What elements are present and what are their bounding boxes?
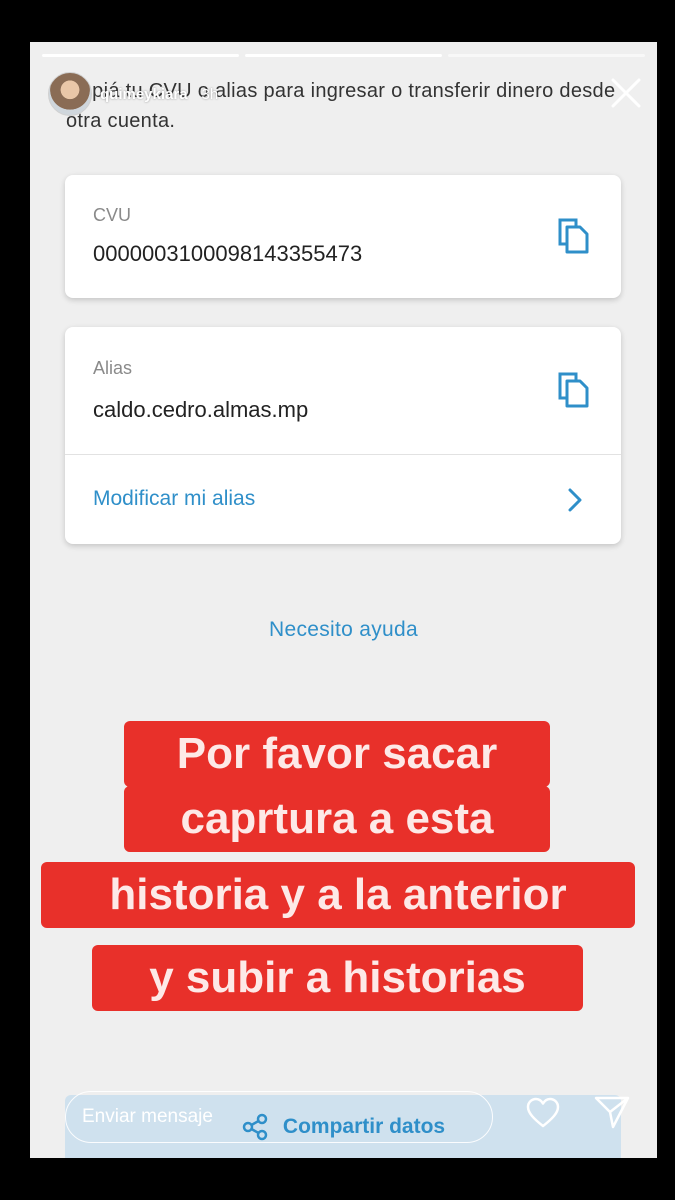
story-frame: Copiá tu CVU o alias para ingresar o tra… xyxy=(30,42,657,1158)
help-link[interactable]: Necesito ayuda xyxy=(30,618,657,642)
cvu-label: CVU xyxy=(93,205,132,225)
cvu-card: CVU 0000003100098143355473 xyxy=(65,175,621,298)
chevron-right-icon[interactable] xyxy=(567,487,583,513)
alias-value: caldo.cedro.almas.mp xyxy=(93,397,309,422)
modify-alias-link[interactable]: Modificar mi alias xyxy=(93,487,255,511)
reply-message-input[interactable]: Enviar mensaje xyxy=(65,1091,493,1143)
story-header: quimeykiara 3h xyxy=(48,72,218,116)
overlay-text-line: historia y a la anterior xyxy=(41,862,635,928)
overlay-text-line: y subir a historias xyxy=(92,945,583,1011)
progress-segment xyxy=(448,54,645,57)
alias-card: Alias caldo.cedro.almas.mp Modificar mi … xyxy=(65,327,621,544)
close-icon[interactable] xyxy=(609,76,643,110)
heart-icon[interactable] xyxy=(526,1097,560,1129)
send-icon[interactable] xyxy=(593,1094,631,1130)
copy-icon[interactable] xyxy=(557,217,591,255)
time-ago: 3h xyxy=(201,85,219,103)
overlay-text-line: Por favor sacar xyxy=(124,721,550,787)
username[interactable]: quimeykiara xyxy=(100,86,188,103)
avatar[interactable] xyxy=(48,72,92,116)
overlay-text-line: caprtura a esta xyxy=(124,786,550,852)
cvu-value: 0000003100098143355473 xyxy=(93,241,363,266)
story-progress-bar xyxy=(42,54,645,57)
progress-segment xyxy=(245,54,442,57)
divider xyxy=(65,454,621,455)
progress-segment xyxy=(42,54,239,57)
alias-label: Alias xyxy=(93,358,133,378)
copy-icon[interactable] xyxy=(557,371,591,409)
